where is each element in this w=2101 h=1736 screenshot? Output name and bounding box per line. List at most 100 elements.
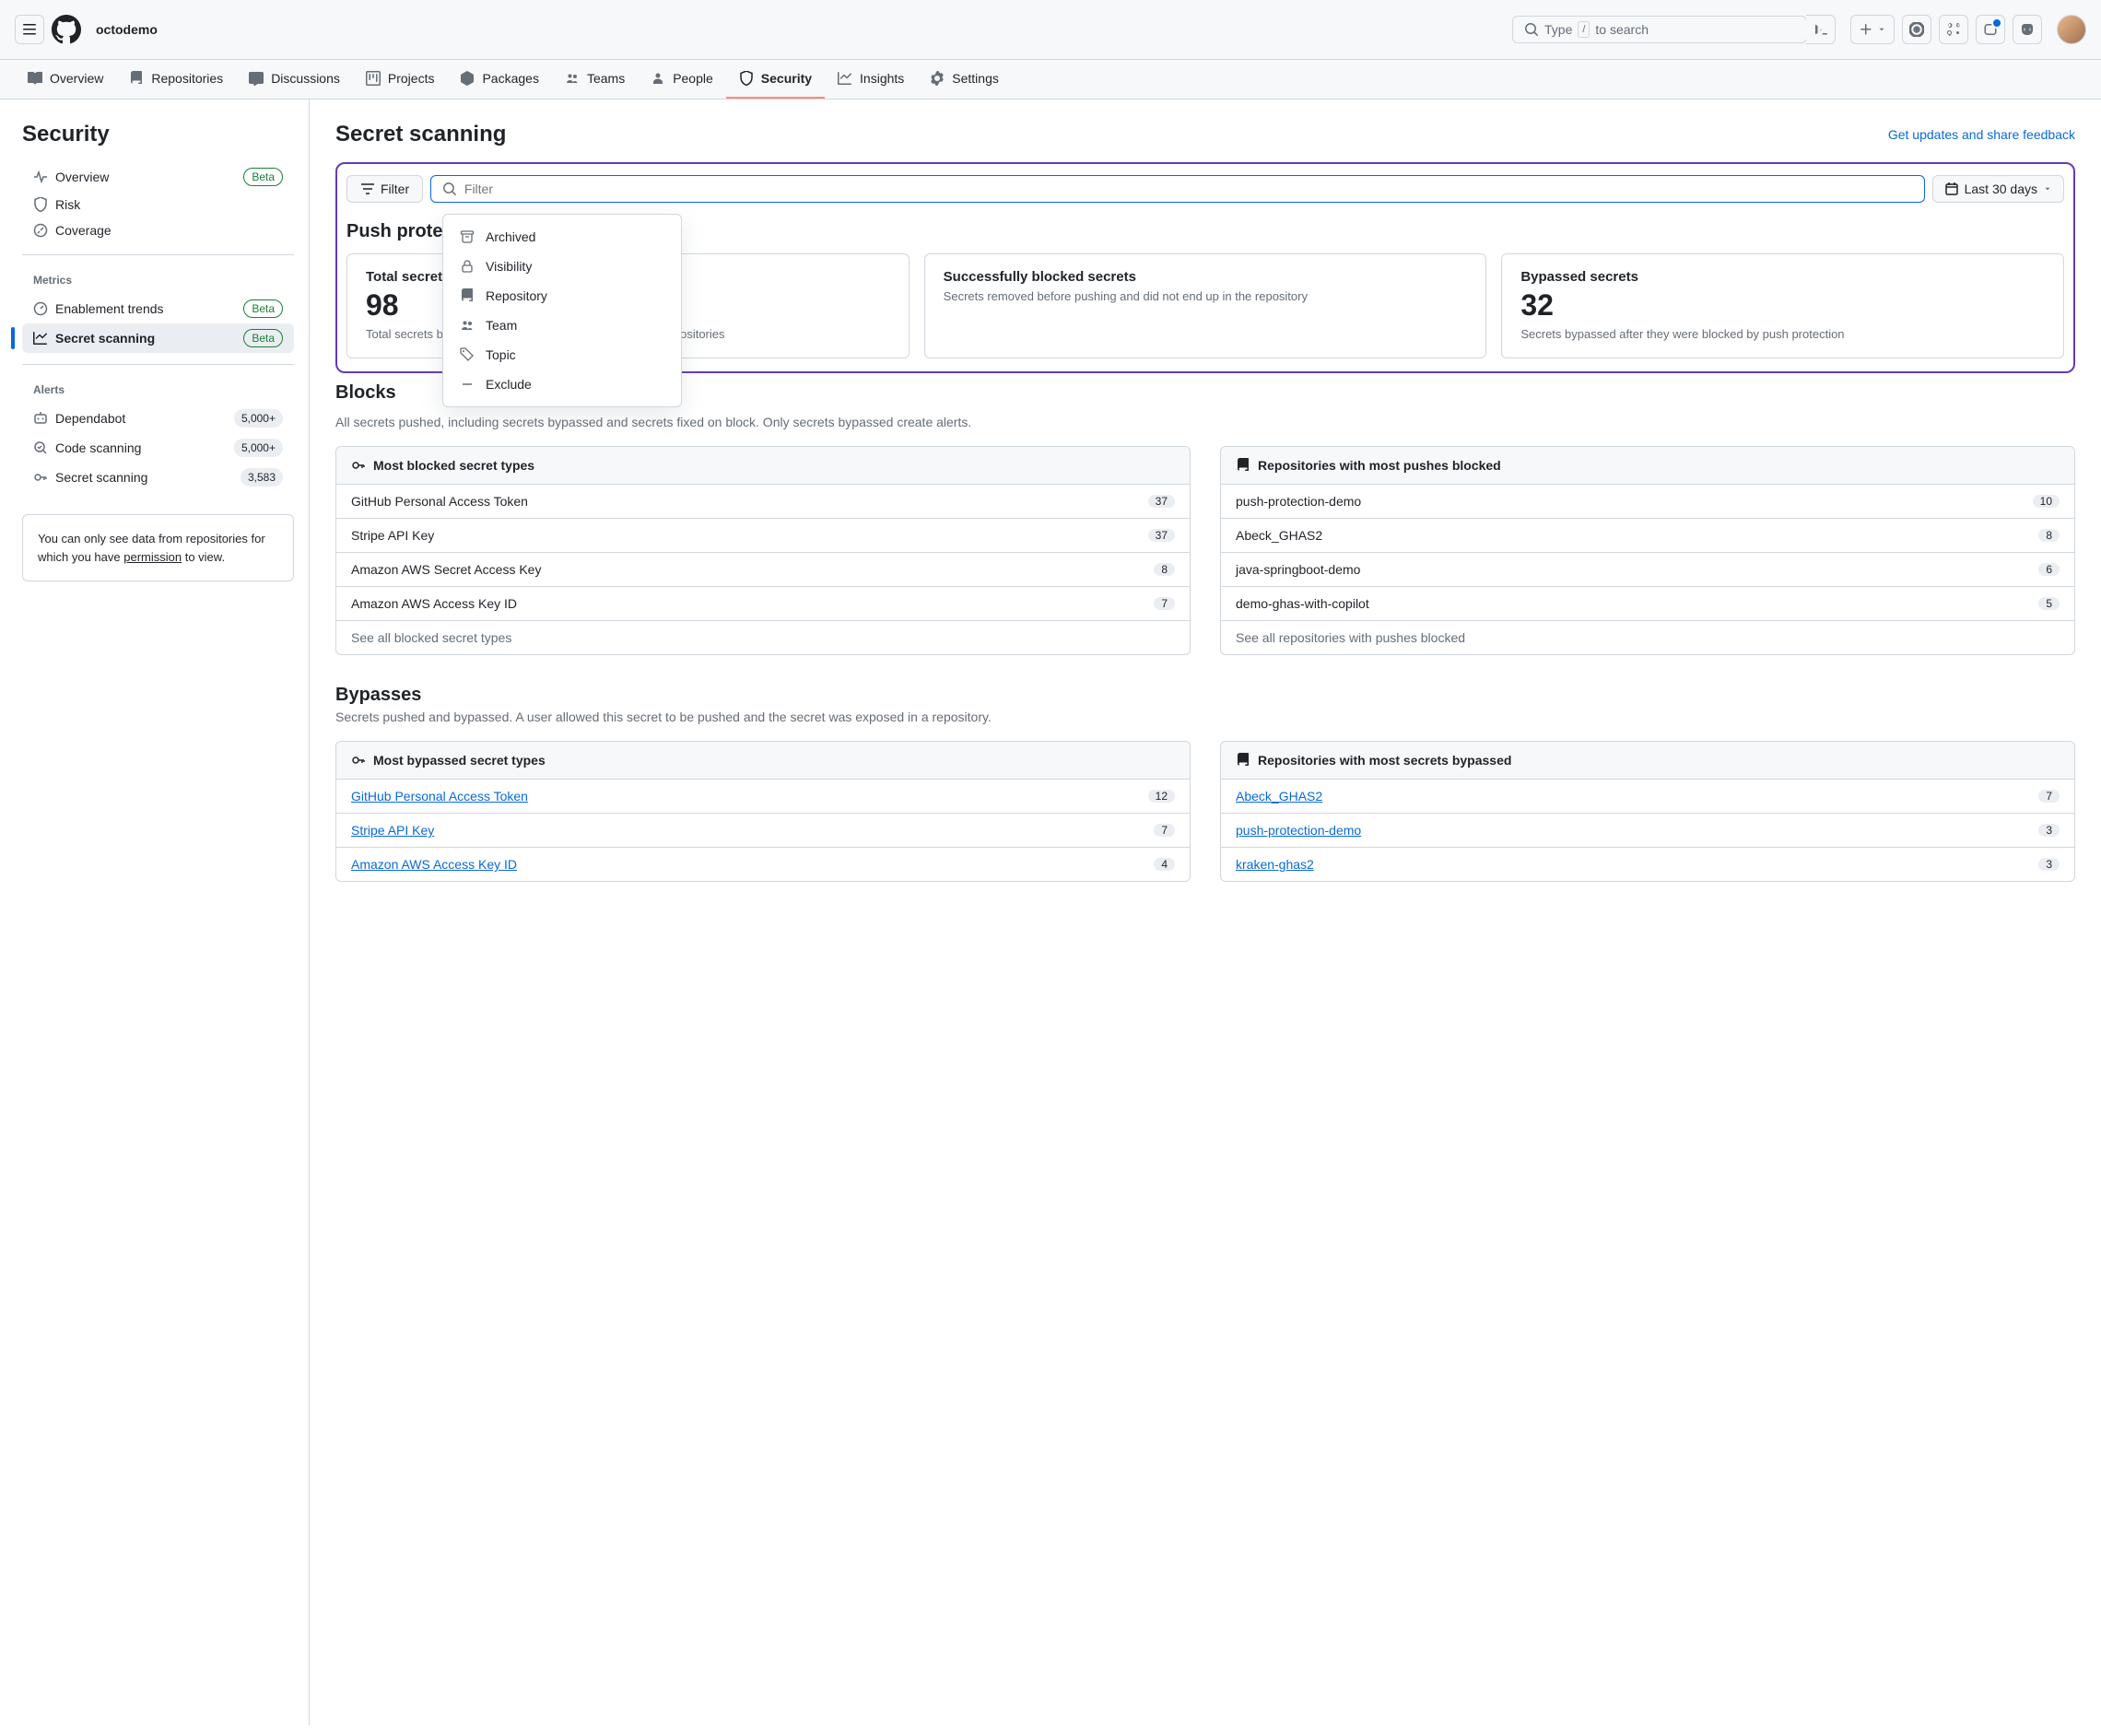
- sidebar-title: Security: [22, 122, 294, 147]
- filter-option-archived[interactable]: Archived: [443, 222, 681, 252]
- dash-icon: [460, 377, 475, 392]
- chevron-down-icon: [2043, 184, 2052, 194]
- repo-icon: [1236, 458, 1250, 473]
- global-topbar: octodemo Type / to search: [0, 0, 2101, 60]
- table-row[interactable]: Stripe API Key37: [336, 519, 1190, 553]
- table-row[interactable]: Abeck_GHAS27: [1221, 780, 2074, 814]
- main-content: Secret scanning Get updates and share fe…: [310, 100, 2101, 1725]
- table-row[interactable]: Amazon AWS Access Key ID7: [336, 587, 1190, 621]
- table-row[interactable]: demo-ghas-with-copilot5: [1221, 587, 2074, 621]
- filter-autocomplete: Archived Visibility Repository Team Topi…: [442, 214, 682, 407]
- tab-people[interactable]: People: [638, 60, 726, 99]
- sidebar-item-secret-scanning-alert[interactable]: Secret scanning 3,583: [22, 463, 294, 492]
- see-all-link[interactable]: See all blocked secret types: [336, 621, 1190, 654]
- panel-blocked-types: Most blocked secret types GitHub Persona…: [335, 446, 1191, 655]
- tab-packages[interactable]: Packages: [447, 60, 551, 99]
- filter-input[interactable]: [464, 182, 1913, 196]
- calendar-icon: [1944, 182, 1959, 196]
- filter-option-repository[interactable]: Repository: [443, 281, 681, 311]
- org-tabnav: Overview Repositories Discussions Projec…: [0, 60, 2101, 100]
- key-icon: [351, 753, 366, 768]
- tab-insights[interactable]: Insights: [825, 60, 917, 99]
- panel-bypassed-types: Most bypassed secret types GitHub Person…: [335, 741, 1191, 882]
- table-row[interactable]: Amazon AWS Access Key ID4: [336, 848, 1190, 881]
- filter-option-team[interactable]: Team: [443, 311, 681, 340]
- repo-icon: [1236, 753, 1250, 768]
- table-row[interactable]: push-protection-demo10: [1221, 485, 2074, 519]
- highlight-region: Filter Last 30 days Archived Visibility …: [335, 162, 2075, 373]
- sidebar-header-alerts: Alerts: [22, 376, 294, 404]
- tab-projects[interactable]: Projects: [353, 60, 448, 99]
- bypasses-header: Bypasses: [335, 685, 2075, 706]
- security-sidebar: Security Overview Beta Risk Coverage Met…: [0, 100, 310, 1725]
- beta-badge: Beta: [243, 299, 283, 318]
- sidebar-item-dependabot[interactable]: Dependabot 5,000+: [22, 404, 294, 433]
- blocks-desc: All secrets pushed, including secrets by…: [335, 415, 2075, 429]
- tab-teams[interactable]: Teams: [552, 60, 638, 99]
- sidebar-item-code-scanning[interactable]: Code scanning 5,000+: [22, 433, 294, 463]
- filter-option-exclude[interactable]: Exclude: [443, 369, 681, 399]
- panel-bypassed-repos: Repositories with most secrets bypassed …: [1220, 741, 2075, 882]
- command-palette-button[interactable]: [1806, 15, 1836, 44]
- see-all-link[interactable]: See all repositories with pushes blocked: [1221, 621, 2074, 654]
- table-row[interactable]: Amazon AWS Secret Access Key8: [336, 553, 1190, 587]
- table-row[interactable]: GitHub Personal Access Token37: [336, 485, 1190, 519]
- sidebar-header-metrics: Metrics: [22, 266, 294, 294]
- search-hint-2: to search: [1595, 22, 1649, 37]
- filter-button[interactable]: Filter: [346, 175, 423, 203]
- beta-badge: Beta: [243, 168, 283, 186]
- search-icon: [442, 182, 457, 196]
- bypasses-desc: Secrets pushed and bypassed. A user allo…: [335, 710, 2075, 724]
- count-badge: 5,000+: [234, 409, 283, 428]
- key-icon: [351, 458, 366, 473]
- tab-repositories[interactable]: Repositories: [116, 60, 236, 99]
- menu-button[interactable]: [15, 15, 44, 44]
- table-row[interactable]: push-protection-demo3: [1221, 814, 2074, 848]
- date-range-button[interactable]: Last 30 days: [1932, 175, 2064, 203]
- sidebar-item-enablement-trends[interactable]: Enablement trends Beta: [22, 294, 294, 323]
- table-row[interactable]: Abeck_GHAS28: [1221, 519, 2074, 553]
- feedback-link[interactable]: Get updates and share feedback: [1888, 127, 2075, 142]
- filter-option-visibility[interactable]: Visibility: [443, 252, 681, 281]
- search-kbd: /: [1578, 21, 1590, 38]
- user-avatar[interactable]: [2057, 15, 2086, 44]
- sidebar-item-coverage[interactable]: Coverage: [22, 217, 294, 243]
- tab-discussions[interactable]: Discussions: [236, 60, 353, 99]
- page-title: Secret scanning: [335, 122, 1888, 147]
- count-badge: 3,583: [241, 468, 283, 487]
- issues-button[interactable]: [1902, 15, 1931, 44]
- table-row[interactable]: GitHub Personal Access Token12: [336, 780, 1190, 814]
- permission-link[interactable]: permission: [123, 550, 182, 564]
- archive-icon: [460, 229, 475, 244]
- filter-option-topic[interactable]: Topic: [443, 340, 681, 369]
- sidebar-item-overview[interactable]: Overview Beta: [22, 162, 294, 192]
- table-row[interactable]: java-springboot-demo6: [1221, 553, 2074, 587]
- lock-icon: [460, 259, 475, 274]
- pull-requests-button[interactable]: [1939, 15, 1968, 44]
- tag-icon: [460, 347, 475, 362]
- table-row[interactable]: kraken-ghas23: [1221, 848, 2074, 881]
- filter-input-wrap[interactable]: [430, 175, 1924, 203]
- table-row[interactable]: Stripe API Key7: [336, 814, 1190, 848]
- search-hint: Type: [1544, 22, 1572, 37]
- panel-blocked-repos: Repositories with most pushes blocked pu…: [1220, 446, 2075, 655]
- beta-badge: Beta: [243, 329, 283, 347]
- sidebar-item-risk[interactable]: Risk: [22, 192, 294, 217]
- tab-security[interactable]: Security: [726, 60, 825, 99]
- create-button[interactable]: [1850, 15, 1895, 44]
- people-icon: [460, 318, 475, 333]
- org-name[interactable]: octodemo: [96, 22, 158, 37]
- copilot-button[interactable]: [2013, 15, 2042, 44]
- filter-icon: [360, 182, 375, 196]
- notifications-button[interactable]: [1976, 15, 2005, 44]
- stat-bypassed: Bypassed secrets 32 Secrets bypassed aft…: [1501, 253, 2064, 358]
- tab-overview[interactable]: Overview: [15, 60, 116, 99]
- stat-successfully-blocked: Successfully blocked secrets Secrets rem…: [924, 253, 1487, 358]
- tab-settings[interactable]: Settings: [917, 60, 1012, 99]
- global-search[interactable]: Type / to search: [1512, 16, 1807, 43]
- repo-icon: [460, 288, 475, 303]
- sidebar-item-secret-scanning-metric[interactable]: Secret scanning Beta: [22, 323, 294, 353]
- permission-note: You can only see data from repositories …: [22, 514, 294, 581]
- github-logo-icon[interactable]: [52, 15, 81, 44]
- count-badge: 5,000+: [234, 439, 283, 457]
